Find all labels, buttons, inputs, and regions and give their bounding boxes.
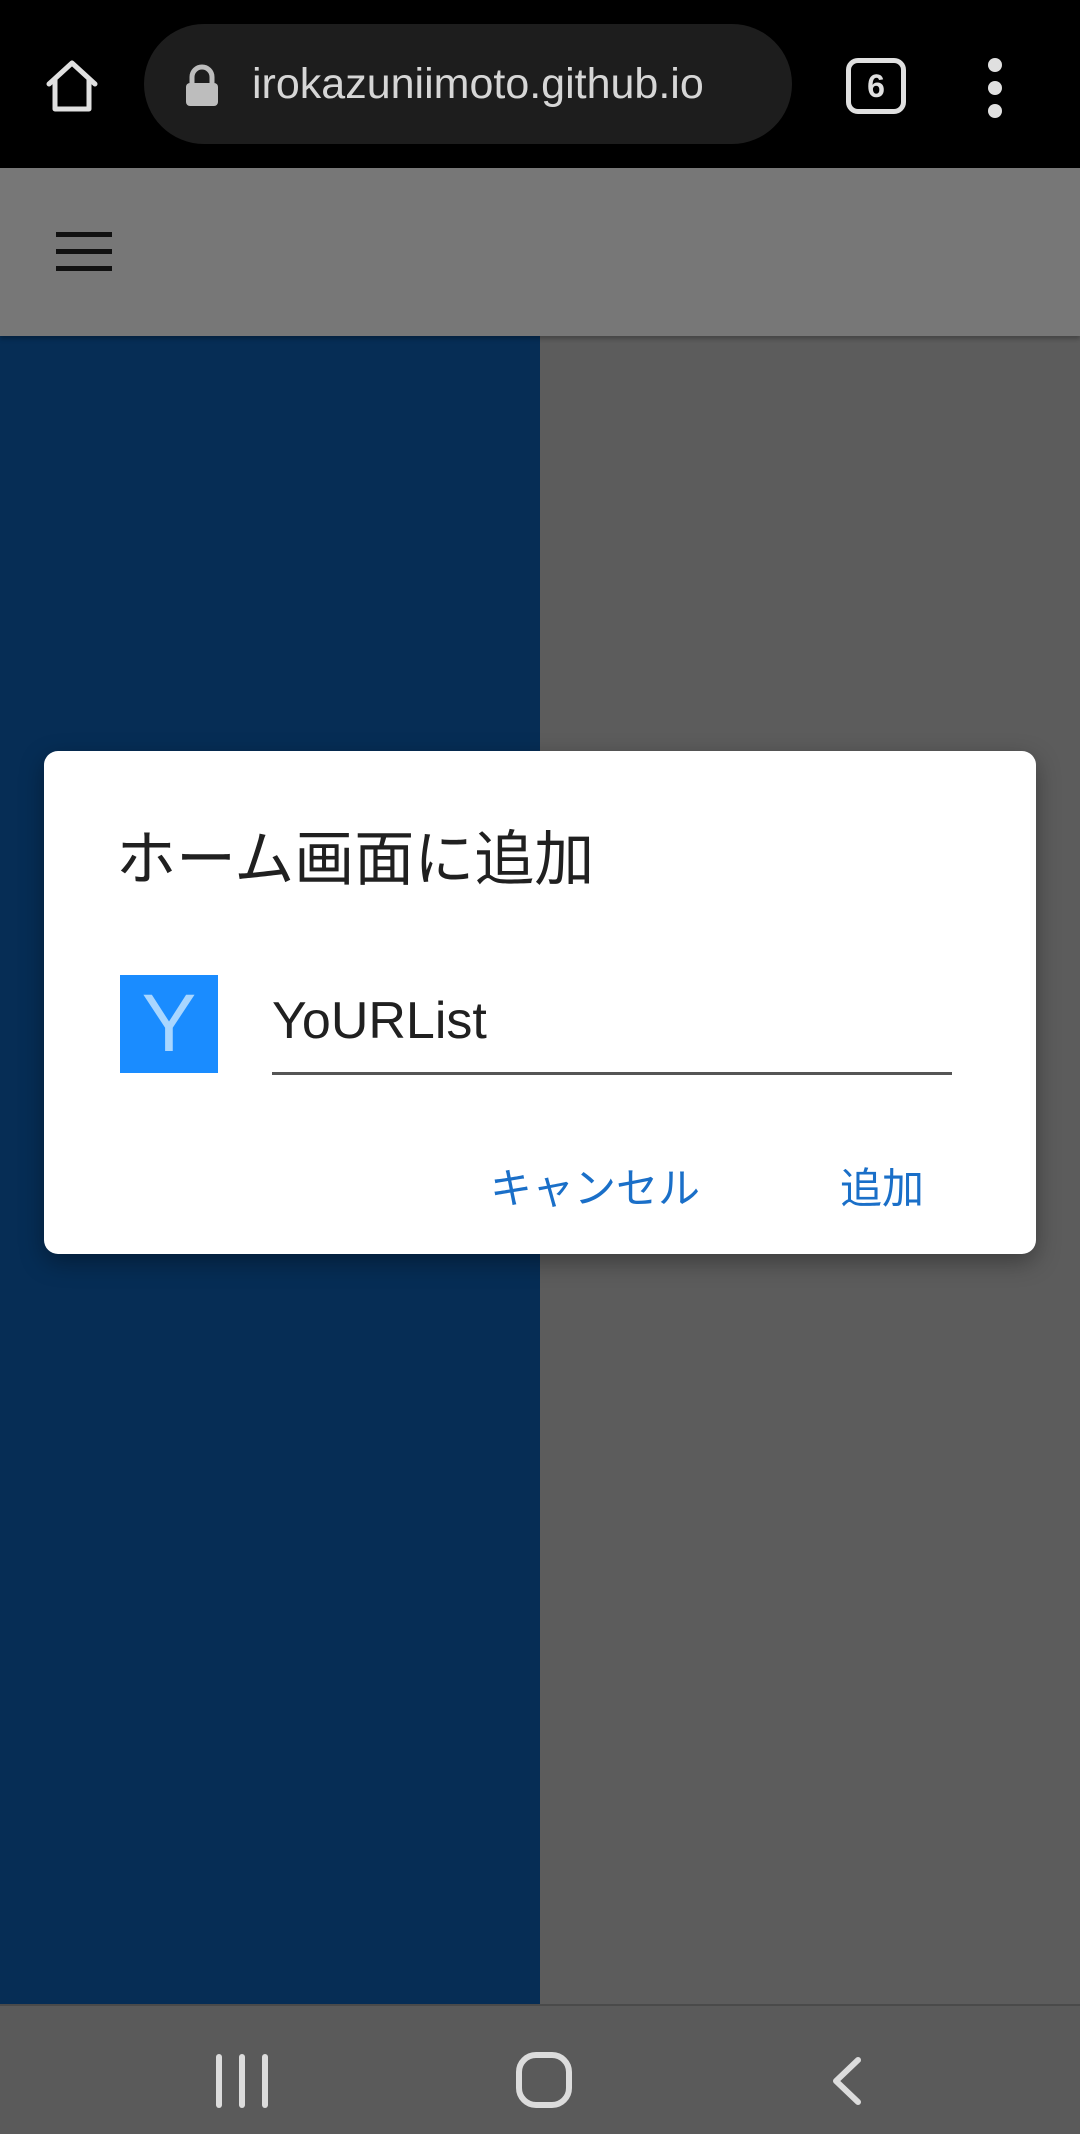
back-chevron-icon[interactable] <box>826 2056 866 2106</box>
home-icon <box>46 60 98 112</box>
more-vert-icon[interactable] <box>976 56 1016 120</box>
hamburger-menu-icon[interactable] <box>56 232 112 272</box>
address-bar[interactable]: irokazuniimoto.github.io <box>144 24 792 144</box>
home-button[interactable] <box>36 50 108 122</box>
shortcut-name-field[interactable] <box>272 969 952 1075</box>
app-icon: Y <box>120 975 218 1073</box>
url-text: irokazuniimoto.github.io <box>252 60 704 108</box>
tab-switcher-button[interactable]: 6 <box>846 58 906 114</box>
recents-icon[interactable] <box>214 2054 270 2108</box>
add-button[interactable]: 追加 <box>840 1149 924 1229</box>
home-circle-icon[interactable] <box>516 2052 572 2108</box>
browser-toolbar: irokazuniimoto.github.io 6 <box>0 0 1080 168</box>
page-app-bar <box>0 168 1080 336</box>
lock-icon <box>186 64 218 106</box>
system-nav-bar <box>0 2004 1080 2134</box>
cancel-button[interactable]: キャンセル <box>490 1149 700 1229</box>
dialog-title: ホーム画面に追加 <box>116 825 595 895</box>
add-to-home-screen-dialog: ホーム画面に追加 Y キャンセル 追加 <box>44 751 1036 1254</box>
